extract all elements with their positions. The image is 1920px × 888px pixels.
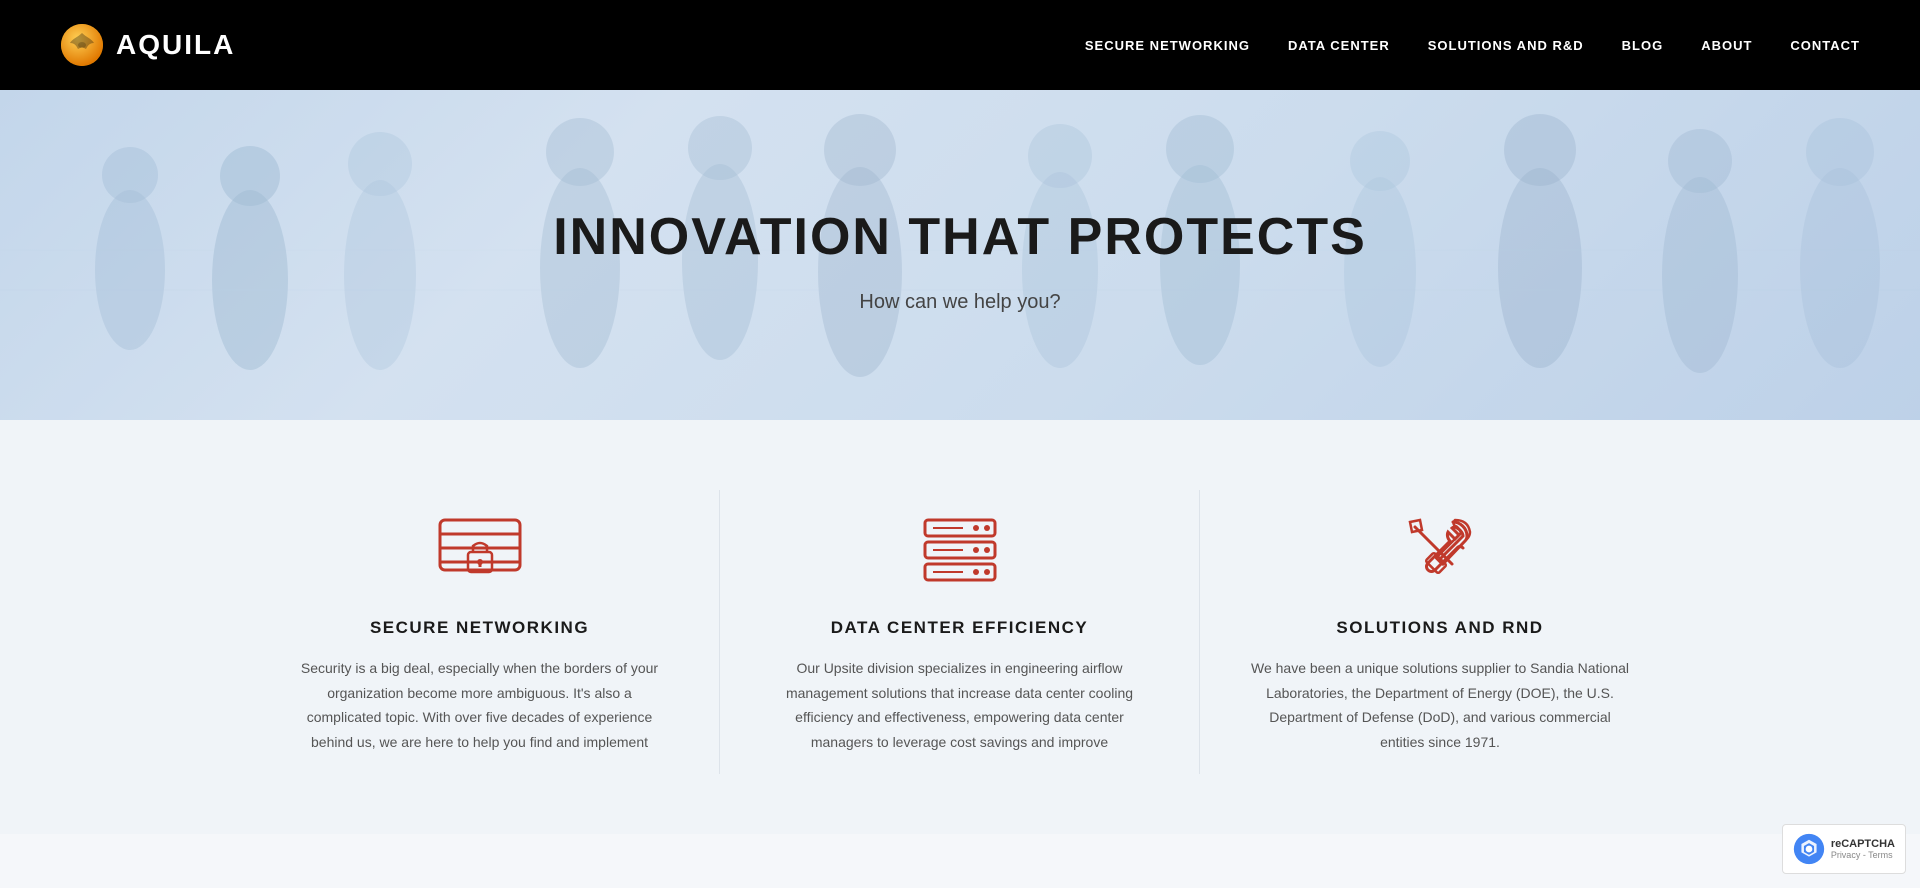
recaptcha-label: reCAPTCHA: [1831, 838, 1895, 850]
logo-icon: [60, 23, 104, 67]
hero-section: INNOVATION THAT PROTECTS How can we help…: [0, 90, 1920, 420]
logo-wordmark: AQUILA: [116, 29, 235, 61]
feature-secure-networking-title: SECURE NETWORKING: [290, 618, 669, 638]
hero-subtitle: How can we help you?: [553, 291, 1367, 314]
solutions-rnd-icon: [1395, 510, 1485, 590]
feature-solutions-rnd-desc: We have been a unique solutions supplier…: [1250, 656, 1630, 754]
nav-blog[interactable]: BLOG: [1622, 38, 1664, 53]
feature-secure-networking-desc: Security is a big deal, especially when …: [290, 656, 669, 754]
feature-solutions-rnd-title: SOLUTIONS AND RND: [1250, 618, 1630, 638]
nav-secure-networking[interactable]: SECURE NETWORKING: [1085, 38, 1250, 53]
feature-data-center-desc: Our Upsite division specializes in engin…: [770, 656, 1149, 754]
nav-solutions-rnd[interactable]: SOLUTIONS AND R&D: [1428, 38, 1584, 53]
recaptcha-links: Privacy - Terms: [1831, 850, 1895, 860]
recaptcha-badge: reCAPTCHA Privacy - Terms: [1782, 824, 1906, 874]
nav-contact[interactable]: CONTACT: [1790, 38, 1860, 53]
feature-data-center: DATA CENTER EFFICIENCY Our Upsite divisi…: [720, 490, 1200, 774]
logo[interactable]: AQUILA: [60, 23, 235, 67]
secure-networking-icon: [435, 510, 525, 590]
feature-secure-networking: SECURE NETWORKING Security is a big deal…: [240, 490, 720, 774]
feature-data-center-title: DATA CENTER EFFICIENCY: [770, 618, 1149, 638]
nav-about[interactable]: ABOUT: [1701, 38, 1752, 53]
features-section: SECURE NETWORKING Security is a big deal…: [0, 420, 1920, 834]
data-center-icon: [915, 510, 1005, 590]
main-nav: SECURE NETWORKING DATA CENTER SOLUTIONS …: [1085, 38, 1860, 53]
hero-title: INNOVATION THAT PROTECTS: [553, 207, 1367, 267]
feature-solutions-rnd: SOLUTIONS AND RND We have been a unique …: [1200, 490, 1680, 774]
nav-data-center[interactable]: DATA CENTER: [1288, 38, 1390, 53]
hero-content: INNOVATION THAT PROTECTS How can we help…: [533, 147, 1387, 364]
site-header: AQUILA SECURE NETWORKING DATA CENTER SOL…: [0, 0, 1920, 90]
recaptcha-logo-icon: [1793, 833, 1825, 865]
